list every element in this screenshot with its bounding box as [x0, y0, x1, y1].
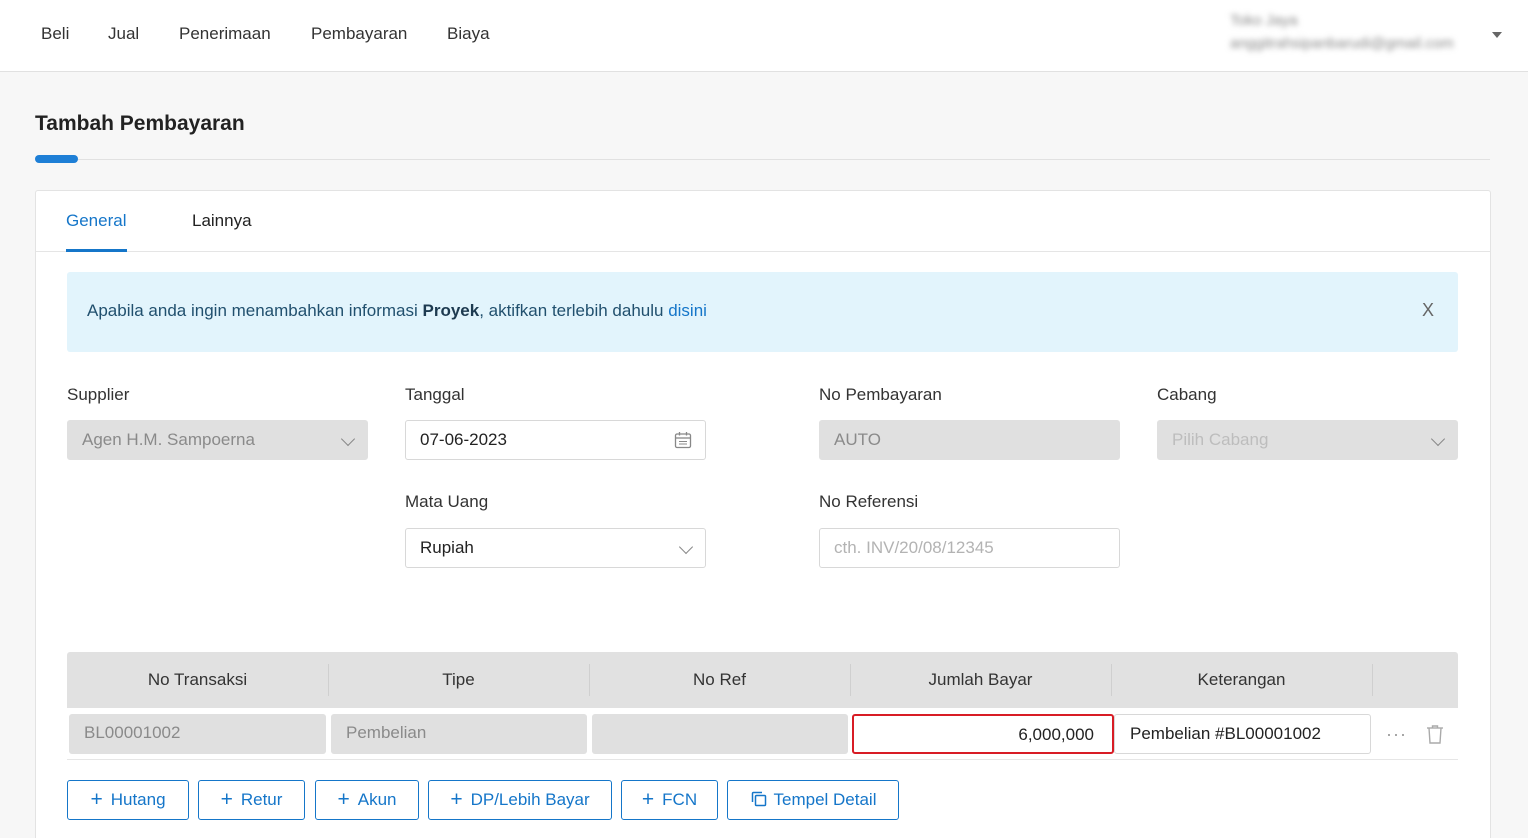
tanggal-datepicker[interactable]: 07-06-2023 — [405, 420, 706, 460]
alert-message: Apabila anda ingin menambahkan informasi… — [87, 301, 707, 321]
user-name: Toko Jaya — [1230, 12, 1298, 29]
no-referensi-input[interactable]: cth. INV/20/08/12345 — [819, 528, 1120, 568]
row-jumlah-bayar-input[interactable]: 6,000,000 — [852, 714, 1114, 754]
add-retur-button[interactable]: + Retur — [198, 780, 305, 820]
more-options-icon[interactable]: ··· — [1386, 724, 1407, 745]
row-divider — [67, 759, 1458, 760]
info-alert: Apabila anda ingin menambahkan informasi… — [67, 272, 1458, 352]
alert-text-bold: Proyek — [422, 301, 480, 320]
mata-uang-label: Mata Uang — [405, 492, 489, 511]
add-fcn-button[interactable]: + FCN — [621, 780, 718, 820]
user-menu[interactable]: Toko Jaya anggitrahsipanbarudi@gmail.com — [1230, 12, 1454, 52]
col-divider — [1372, 664, 1373, 696]
plus-icon: + — [90, 788, 103, 811]
cabang-label: Cabang — [1157, 385, 1217, 404]
title-accent-bar — [35, 155, 78, 163]
alert-text-after: , aktifkan terlebih dahulu — [479, 301, 669, 320]
no-pembayaran-value: AUTO — [834, 430, 881, 449]
row-tipe: Pembelian — [331, 714, 587, 754]
top-navbar: Beli Jual Penerimaan Pembayaran Biaya To… — [0, 0, 1528, 72]
no-referensi-placeholder: cth. INV/20/08/12345 — [834, 538, 994, 557]
tab-lainnya[interactable]: Lainnya — [192, 211, 252, 231]
tanggal-label: Tanggal — [405, 385, 465, 404]
tabs-divider — [36, 251, 1490, 252]
col-no-transaksi: No Transaksi — [147, 670, 248, 689]
plus-icon: + — [220, 788, 233, 811]
nav-biaya[interactable]: Biaya — [447, 24, 490, 44]
calendar-icon[interactable] — [674, 431, 692, 449]
row-no-ref — [592, 714, 848, 754]
add-hutang-button[interactable]: + Hutang — [67, 780, 189, 820]
trash-icon[interactable] — [1426, 724, 1444, 744]
add-retur-label: Retur — [240, 790, 283, 809]
col-tipe: Tipe — [442, 670, 475, 689]
table-header: No Transaksi Tipe No Ref Jumlah Bayar Ke… — [67, 652, 1458, 708]
add-fcn-label: FCN — [662, 790, 698, 809]
row-no-transaksi: BL00001002 — [69, 714, 326, 754]
alert-link-disini[interactable]: disini — [668, 301, 707, 320]
mata-uang-value: Rupiah — [420, 538, 474, 557]
tanggal-value: 07-06-2023 — [420, 430, 507, 449]
copy-icon — [751, 791, 766, 807]
tempel-detail-label: Tempel Detail — [773, 790, 877, 809]
nav-penerimaan[interactable]: Penerimaan — [179, 24, 271, 44]
close-icon[interactable]: X — [1422, 300, 1434, 321]
supplier-value: Agen H.M. Sampoerna — [82, 430, 255, 449]
tempel-detail-button[interactable]: Tempel Detail — [727, 780, 899, 820]
add-hutang-label: Hutang — [110, 790, 166, 809]
nav-beli[interactable]: Beli — [41, 24, 69, 44]
col-keterangan: Keterangan — [1197, 670, 1286, 689]
plus-icon: + — [337, 788, 350, 811]
add-akun-label: Akun — [357, 790, 397, 809]
tab-general[interactable]: General — [66, 211, 126, 231]
add-dp-button[interactable]: + DP/Lebih Bayar — [428, 780, 612, 820]
add-dp-label: DP/Lebih Bayar — [470, 790, 590, 809]
plus-icon: + — [450, 788, 463, 811]
plus-icon: + — [641, 788, 655, 811]
tab-active-indicator — [66, 249, 127, 252]
chevron-down-icon — [1430, 431, 1446, 447]
row-keterangan-input[interactable]: Pembelian #BL00001002 — [1114, 714, 1371, 754]
page-title: Tambah Pembayaran — [35, 112, 245, 135]
col-jumlah-bayar: Jumlah Bayar — [928, 670, 1033, 689]
user-email: anggitrahsipanbarudi@gmail.com — [1230, 35, 1454, 52]
cabang-placeholder: Pilih Cabang — [1172, 430, 1269, 449]
no-pembayaran-field: AUTO — [819, 420, 1120, 460]
col-no-ref: No Ref — [693, 670, 746, 689]
no-pembayaran-label: No Pembayaran — [819, 385, 942, 404]
nav-pembayaran[interactable]: Pembayaran — [311, 24, 407, 44]
title-divider — [78, 159, 1490, 160]
chevron-down-icon — [678, 539, 694, 555]
supplier-label: Supplier — [67, 385, 130, 404]
add-akun-button[interactable]: + Akun — [315, 780, 419, 820]
supplier-select[interactable]: Agen H.M. Sampoerna — [67, 420, 368, 460]
cabang-select[interactable]: Pilih Cabang — [1157, 420, 1458, 460]
nav-jual[interactable]: Jual — [108, 24, 139, 44]
caret-down-icon[interactable] — [1492, 32, 1502, 38]
no-referensi-label: No Referensi — [819, 492, 919, 511]
chevron-down-icon — [340, 431, 356, 447]
alert-text-before: Apabila anda ingin menambahkan informasi — [87, 301, 423, 320]
mata-uang-select[interactable]: Rupiah — [405, 528, 706, 568]
